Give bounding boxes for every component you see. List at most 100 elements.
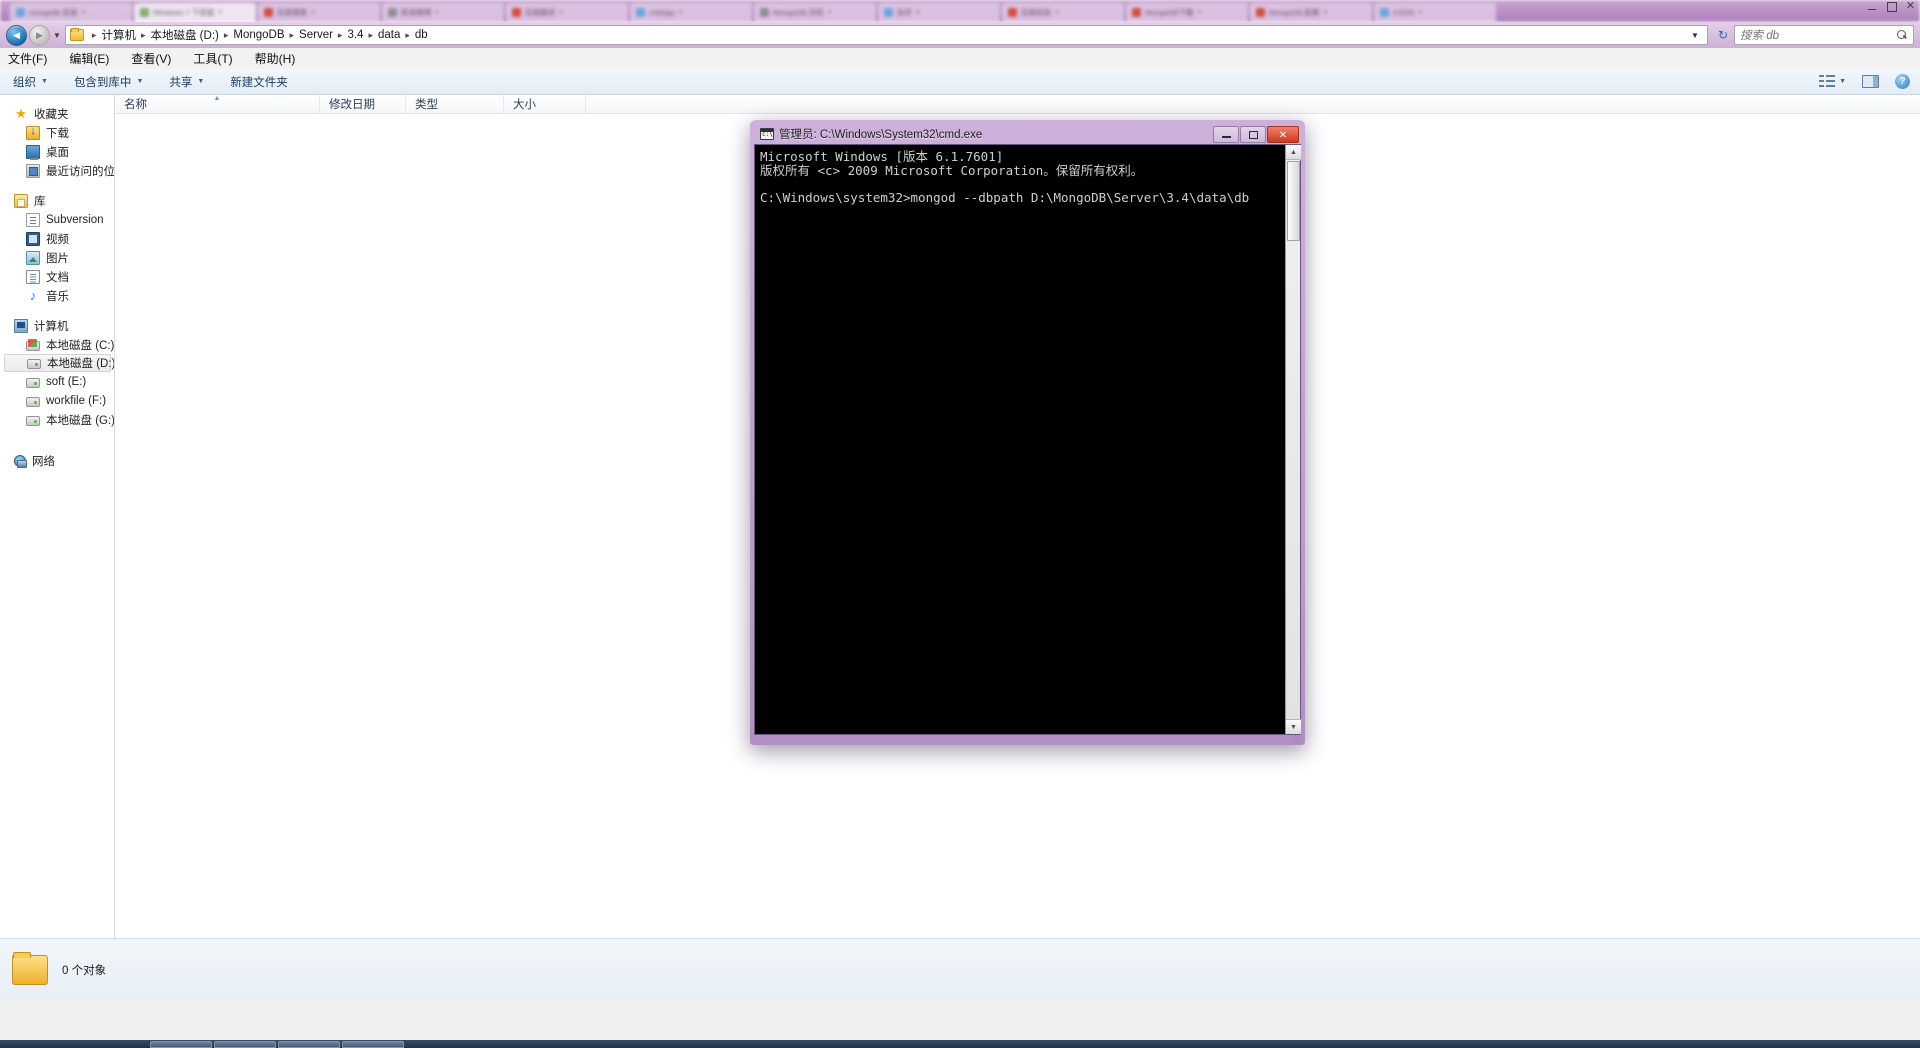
toolbar-new-folder-button[interactable]: 新建文件夹 <box>217 69 301 94</box>
taskbar-button[interactable] <box>214 1041 276 1048</box>
sidebar-group-network[interactable]: 网络 <box>0 451 114 470</box>
browser-tab[interactable]: 新浪微博 × <box>382 3 504 22</box>
browser-tab[interactable]: 知乎 × <box>878 3 1000 22</box>
browser-tab[interactable]: MongoDB下载 × <box>1126 3 1248 22</box>
breadcrumb-item-drive-d[interactable]: 本地磁盘 (D:) <box>150 27 218 43</box>
breadcrumb-item-computer[interactable]: 计算机 <box>101 27 136 43</box>
breadcrumb-item-server[interactable]: Server <box>299 29 333 41</box>
breadcrumb-item-data[interactable]: data <box>378 29 400 41</box>
help-icon[interactable]: ? <box>1895 74 1910 89</box>
browser-tab[interactable]: CSDN × <box>1374 3 1496 22</box>
column-header-name[interactable]: ▲ 名称 <box>115 94 320 114</box>
close-icon[interactable]: ✕ <box>1905 1 1916 12</box>
menu-item-help[interactable]: 帮助(H) <box>255 50 296 67</box>
tab-close-icon[interactable]: × <box>1055 9 1059 16</box>
toolbar-share-button[interactable]: 共享 ▼ <box>156 69 217 94</box>
browser-tab[interactable]: MongoDB 配置 × <box>1250 3 1372 22</box>
tab-close-icon[interactable]: × <box>218 9 222 16</box>
back-button[interactable]: ◀ <box>6 24 27 46</box>
menu-bar[interactable]: 文件(F) 编辑(E) 查看(V) 工具(T) 帮助(H) <box>0 48 1920 69</box>
sidebar-item-drive-g[interactable]: 本地磁盘 (G:) <box>0 410 114 429</box>
tab-favicon-icon <box>1008 8 1017 17</box>
sidebar-item-drive-d[interactable]: 本地磁盘 (D:) <box>4 354 114 372</box>
sidebar-item-label: 图片 <box>46 252 69 265</box>
tab-title: 新浪微博 <box>401 8 431 17</box>
minimize-icon[interactable] <box>1867 2 1878 11</box>
sidebar-item-documents[interactable]: 文档 <box>0 267 114 286</box>
taskbar-button[interactable] <box>150 1041 212 1048</box>
sidebar-item-drive-c[interactable]: 本地磁盘 (C:) <box>0 335 114 354</box>
search-input[interactable]: 搜索 db <box>1734 25 1914 45</box>
browser-tab[interactable]: cnblogs × <box>630 3 752 22</box>
sidebar-item-drive-f[interactable]: workfile (F:) <box>0 391 114 410</box>
chevron-down-icon[interactable]: ▼ <box>1685 31 1705 40</box>
browser-tab[interactable]: MongoDB 文档 × <box>754 3 876 22</box>
tab-close-icon[interactable]: × <box>1197 9 1201 16</box>
sidebar-item-videos[interactable]: 视频 <box>0 229 114 248</box>
tab-close-icon[interactable]: × <box>1418 9 1422 16</box>
browser-tab[interactable]: 百度翻译 × <box>506 3 628 22</box>
tab-close-icon[interactable]: × <box>1323 9 1327 16</box>
browser-tab[interactable]: 百度搜索 × <box>258 3 380 22</box>
menu-item-tools[interactable]: 工具(T) <box>193 50 232 67</box>
breadcrumb-separator: ▸ <box>289 29 295 40</box>
sidebar-group-computer[interactable]: 计算机 <box>0 316 114 335</box>
browser-window-controls[interactable]: ✕ <box>1867 1 1916 12</box>
sidebar-item-pictures[interactable]: 图片 <box>0 248 114 267</box>
menu-item-edit[interactable]: 编辑(E) <box>69 50 109 67</box>
scroll-up-icon[interactable]: ▲ <box>1286 145 1301 160</box>
cmd-window-controls[interactable]: ✕ <box>1213 125 1299 143</box>
toolbar-organize-button[interactable]: 组织 ▼ <box>0 69 61 94</box>
refresh-icon[interactable]: ↻ <box>1712 28 1734 42</box>
sidebar-group-libraries[interactable]: 库 <box>0 191 114 210</box>
column-header-date-modified[interactable]: 修改日期 <box>320 94 406 114</box>
view-mode-icon[interactable] <box>1819 75 1836 88</box>
sidebar-group-favorites[interactable]: ★ 收藏夹 <box>0 104 114 123</box>
breadcrumb-item-mongodb[interactable]: MongoDB <box>233 29 284 41</box>
menu-item-file[interactable]: 文件(F) <box>8 50 47 67</box>
browser-tab[interactable]: Windows 7 下安装 × <box>134 3 256 22</box>
address-breadcrumb-bar[interactable]: ▸ 计算机 ▸ 本地磁盘 (D:) ▸ MongoDB ▸ Server ▸ 3… <box>64 25 1708 45</box>
browser-tab-strip[interactable]: mongodb 安装 × Windows 7 下安装 × 百度搜索 × 新浪微博… <box>0 0 1920 22</box>
cmd-console-body[interactable]: Microsoft Windows [版本 6.1.7601] 版权所有 <c>… <box>754 144 1301 735</box>
preview-pane-icon[interactable] <box>1862 75 1879 88</box>
cmd-resize-grip[interactable] <box>1293 734 1303 744</box>
tab-close-icon[interactable]: × <box>435 9 439 16</box>
breadcrumb-item-db[interactable]: db <box>415 29 428 41</box>
browser-tab[interactable]: mongodb 安装 × <box>10 3 132 22</box>
scrollbar-thumb[interactable] <box>1287 161 1300 241</box>
column-header-size[interactable]: 大小 <box>504 94 586 114</box>
sidebar-item-recent-places[interactable]: 最近访问的位置 <box>0 161 114 180</box>
tab-close-icon[interactable]: × <box>827 9 831 16</box>
sidebar-item-label: 桌面 <box>46 146 69 159</box>
tab-close-icon[interactable]: × <box>81 9 85 16</box>
column-header-type[interactable]: 类型 <box>406 94 504 114</box>
breadcrumb-item-34[interactable]: 3.4 <box>347 29 363 41</box>
sidebar-item-label: 本地磁盘 (D:) <box>47 358 115 370</box>
tab-close-icon[interactable]: × <box>559 9 563 16</box>
taskbar-button[interactable] <box>278 1041 340 1048</box>
cmd-maximize-button[interactable] <box>1240 125 1266 143</box>
scroll-down-icon[interactable]: ▼ <box>1286 719 1301 734</box>
tab-close-icon[interactable]: × <box>679 9 683 16</box>
menu-item-view[interactable]: 查看(V) <box>131 50 171 67</box>
cmd-scrollbar[interactable]: ▲ ▼ <box>1285 145 1301 734</box>
cmd-close-button[interactable]: ✕ <box>1267 125 1299 143</box>
sidebar-item-subversion[interactable]: Subversion <box>0 210 114 229</box>
sidebar-item-music[interactable]: ♪ 音乐 <box>0 286 114 305</box>
tab-close-icon[interactable]: × <box>311 9 315 16</box>
sidebar-item-desktop[interactable]: 桌面 <box>0 142 114 161</box>
forward-button[interactable]: ▶ <box>29 24 50 46</box>
history-dropdown-icon[interactable]: ▼ <box>53 31 61 40</box>
toolbar-include-in-library-button[interactable]: 包含到库中 ▼ <box>61 69 156 94</box>
cmd-title-bar[interactable]: 管理员: C:\Windows\System32\cmd.exe ✕ <box>754 124 1301 144</box>
cmd-window[interactable]: 管理员: C:\Windows\System32\cmd.exe ✕ Micro… <box>750 120 1305 745</box>
cmd-minimize-button[interactable] <box>1213 125 1239 143</box>
chevron-down-icon[interactable]: ▼ <box>1839 78 1846 85</box>
maximize-icon[interactable] <box>1886 2 1897 12</box>
taskbar-button[interactable] <box>342 1041 404 1048</box>
sidebar-item-downloads[interactable]: 下载 <box>0 123 114 142</box>
browser-tab[interactable]: 百度经验 × <box>1002 3 1124 22</box>
tab-close-icon[interactable]: × <box>916 9 920 16</box>
sidebar-item-drive-e[interactable]: soft (E:) <box>0 372 114 391</box>
